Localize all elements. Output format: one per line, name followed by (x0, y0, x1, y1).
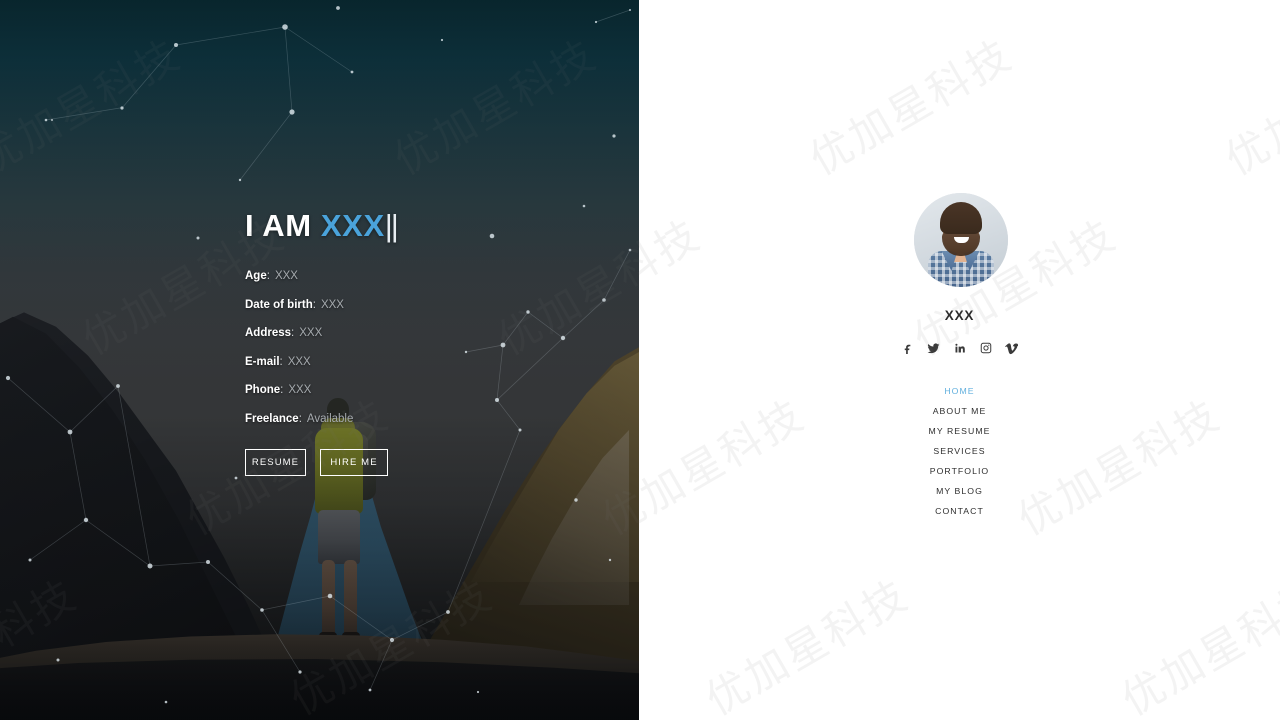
detail-label: Freelance (245, 412, 299, 425)
hero-title: I AM XXX|| (245, 210, 605, 241)
nav-item-contact[interactable]: CONTACT (931, 501, 988, 521)
detail-label: Phone (245, 384, 281, 396)
nav-item-my-blog[interactable]: MY BLOG (932, 481, 987, 501)
hero-title-prefix: I AM (245, 208, 321, 243)
detail-separator: : (312, 298, 316, 311)
typing-caret: || (384, 208, 399, 243)
detail-value: XXX (274, 270, 298, 282)
detail-row: Date of birth: XXX (245, 298, 605, 312)
avatar-hair (939, 202, 982, 234)
detail-separator: : (298, 412, 302, 425)
twitter-icon[interactable] (927, 341, 941, 355)
linkedin-icon[interactable] (953, 341, 967, 355)
detail-label: E-mail (245, 355, 280, 368)
detail-row: Address: XXX (245, 327, 605, 340)
detail-separator: : (279, 355, 283, 368)
detail-separator: : (280, 384, 284, 396)
detail-value: XXX (287, 355, 311, 368)
hero-panel: I AM XXX|| Age: XXX Date of birth: XXX Add… (0, 0, 639, 720)
detail-value: XXX (320, 298, 344, 311)
detail-label: Date of birth (245, 298, 313, 311)
hero-button-group: RESUME HIRE ME (245, 449, 605, 476)
nav-item-home[interactable]: HOME (940, 381, 978, 401)
hero-title-accent: XXX (320, 208, 385, 243)
sidebar-content: XXX HOME ABOUT ME MY RESUME SERVICES POR… (639, 193, 1280, 521)
social-links (901, 341, 1019, 355)
hire-me-button[interactable]: HIRE ME (320, 449, 388, 476)
sidebar-panel: XXX HOME ABOUT ME MY RESUME SERVICES POR… (639, 0, 1280, 720)
nav-item-services[interactable]: SERVICES (929, 441, 989, 461)
detail-value: XXX (288, 384, 312, 396)
detail-label: Age (245, 270, 267, 282)
hero-details-list: Age: XXX Date of birth: XXX Address: XXX E-… (245, 270, 605, 426)
profile-name: XXX (944, 308, 975, 323)
detail-row: E-mail: XXX (245, 355, 605, 369)
detail-row: Freelance: Available (245, 412, 605, 426)
nav-item-my-resume[interactable]: MY RESUME (925, 421, 995, 441)
detail-row: Age: XXX (245, 270, 605, 283)
facebook-icon[interactable] (901, 341, 915, 355)
avatar[interactable] (913, 193, 1008, 287)
hero-content: I AM XXX|| Age: XXX Date of birth: XXX Add… (245, 210, 605, 476)
detail-separator: : (291, 327, 295, 339)
detail-value: XXX (299, 327, 323, 339)
nav-item-portfolio[interactable]: PORTFOLIO (926, 461, 994, 481)
detail-value: Available (306, 412, 354, 425)
page-root: I AM XXX|| Age: XXX Date of birth: XXX Add… (0, 0, 1280, 720)
main-navigation: HOME ABOUT ME MY RESUME SERVICES PORTFOL… (925, 381, 995, 521)
instagram-icon[interactable] (979, 341, 993, 355)
detail-separator: : (266, 270, 270, 282)
resume-button[interactable]: RESUME (245, 449, 306, 476)
nav-item-about-me[interactable]: ABOUT ME (929, 401, 991, 421)
detail-row: Phone: XXX (245, 384, 605, 397)
vimeo-icon[interactable] (1005, 341, 1019, 355)
detail-label: Address (245, 327, 292, 339)
